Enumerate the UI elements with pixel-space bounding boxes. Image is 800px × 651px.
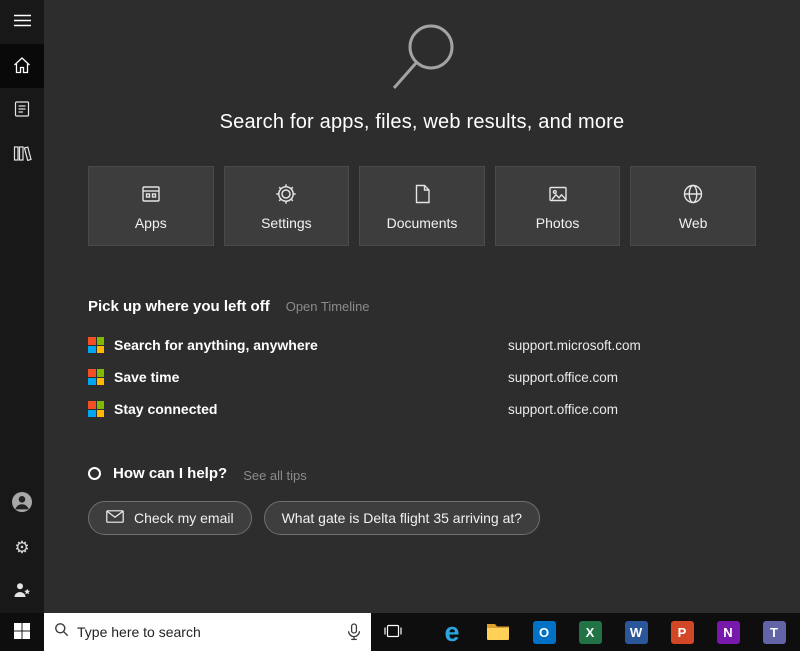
flight-question-chip[interactable]: What gate is Delta flight 35 arriving at…: [264, 501, 540, 535]
apps-grid-icon: [140, 182, 162, 206]
word-icon: W: [625, 621, 648, 644]
home-icon: [12, 55, 32, 78]
timeline-item[interactable]: Save time support.office.com: [88, 369, 756, 385]
cortana-ring-icon: [88, 467, 101, 480]
windows-logo-icon: [14, 623, 30, 642]
taskbar-teams-icon[interactable]: T: [751, 613, 797, 651]
account-button[interactable]: [0, 481, 44, 525]
menu-button[interactable]: [0, 0, 44, 44]
timeline-item[interactable]: Stay connected support.office.com: [88, 401, 756, 417]
assistant-heading: How can I help?: [113, 465, 227, 482]
timeline-item-source: support.office.com: [508, 370, 756, 385]
check-email-chip[interactable]: Check my email: [88, 501, 252, 535]
taskbar-search-input[interactable]: [77, 624, 339, 640]
search-headline: Search for apps, files, web results, and…: [44, 111, 800, 134]
document-icon: [411, 182, 433, 206]
taskbar-edge-icon[interactable]: e: [429, 613, 475, 651]
timeline-item-source: support.office.com: [508, 402, 756, 417]
category-label: Web: [679, 215, 708, 231]
start-button[interactable]: [0, 613, 44, 651]
taskbar-word-icon[interactable]: W: [613, 613, 659, 651]
feedback-button[interactable]: [0, 569, 44, 613]
category-tile-documents[interactable]: Documents: [359, 166, 485, 246]
open-timeline-link[interactable]: Open Timeline: [286, 299, 370, 314]
search-icon: [54, 622, 69, 642]
taskbar-onenote-icon[interactable]: N: [705, 613, 751, 651]
category-tiles: Apps Settings Documents Photos: [88, 166, 756, 246]
sidebar: ⚙: [0, 0, 44, 613]
task-view-button[interactable]: [371, 613, 415, 651]
timeline-rows: Search for anything, anywhere support.mi…: [88, 337, 756, 417]
category-tile-apps[interactable]: Apps: [88, 166, 214, 246]
chip-label: What gate is Delta flight 35 arriving at…: [282, 510, 522, 526]
task-view-icon: [383, 623, 403, 642]
microsoft-logo-icon: [88, 401, 104, 417]
taskbar: e O X W P N T: [0, 613, 800, 651]
settings-button[interactable]: ⚙: [0, 525, 44, 569]
taskbar-powerpoint-icon[interactable]: P: [659, 613, 705, 651]
sidebar-bottom-group: ⚙: [0, 481, 44, 613]
timeline-item-title: Stay connected: [114, 401, 217, 417]
folder-icon: [486, 621, 510, 644]
category-label: Photos: [536, 215, 580, 231]
search-icon: [384, 22, 460, 101]
journal-icon: [13, 100, 31, 121]
category-label: Apps: [135, 215, 167, 231]
assistant-section: How can I help? See all tips: [88, 465, 756, 483]
category-tile-web[interactable]: Web: [630, 166, 756, 246]
timeline-section: Pick up where you left off Open Timeline…: [88, 298, 756, 417]
gear-icon: [275, 182, 297, 206]
timeline-item[interactable]: Search for anything, anywhere support.mi…: [88, 337, 756, 353]
library-icon: [12, 143, 32, 166]
account-icon: [11, 491, 33, 516]
photo-icon: [547, 182, 569, 206]
microphone-icon[interactable]: [347, 623, 361, 641]
excel-icon: X: [579, 621, 602, 644]
category-label: Documents: [387, 215, 458, 231]
taskbar-outlook-icon[interactable]: O: [521, 613, 567, 651]
microsoft-logo-icon: [88, 337, 104, 353]
powerpoint-icon: P: [671, 621, 694, 644]
category-label: Settings: [261, 215, 312, 231]
microsoft-logo-icon: [88, 369, 104, 385]
category-tile-photos[interactable]: Photos: [495, 166, 621, 246]
gear-icon: ⚙: [14, 539, 29, 556]
timeline-heading: Pick up where you left off: [88, 298, 270, 315]
timeline-item-source: support.microsoft.com: [508, 338, 756, 353]
onenote-icon: N: [717, 621, 740, 644]
envelope-icon: [106, 510, 124, 526]
category-tile-settings[interactable]: Settings: [224, 166, 350, 246]
sidebar-item-journal[interactable]: [0, 88, 44, 132]
hamburger-icon: [14, 14, 31, 30]
timeline-item-title: Save time: [114, 369, 179, 385]
suggestion-chips: Check my email What gate is Delta flight…: [88, 501, 756, 535]
timeline-item-title: Search for anything, anywhere: [114, 337, 318, 353]
windows-search-panel: ⚙ Search for apps, files, web results, a…: [0, 0, 800, 651]
feedback-icon: [12, 580, 32, 603]
globe-icon: [682, 182, 704, 206]
sidebar-item-library[interactable]: [0, 132, 44, 176]
chip-label: Check my email: [134, 510, 234, 526]
teams-icon: T: [763, 621, 786, 644]
see-all-tips-link[interactable]: See all tips: [243, 468, 307, 483]
taskbar-search-box[interactable]: [44, 613, 371, 651]
taskbar-excel-icon[interactable]: X: [567, 613, 613, 651]
outlook-icon: O: [533, 621, 556, 644]
search-home-panel: Search for apps, files, web results, and…: [44, 0, 800, 613]
search-hero: [44, 0, 800, 101]
edge-icon: e: [444, 619, 459, 646]
taskbar-file-explorer-icon[interactable]: [475, 613, 521, 651]
sidebar-item-home[interactable]: [0, 44, 44, 88]
taskbar-pinned-apps: e O X W P N T: [429, 613, 797, 651]
